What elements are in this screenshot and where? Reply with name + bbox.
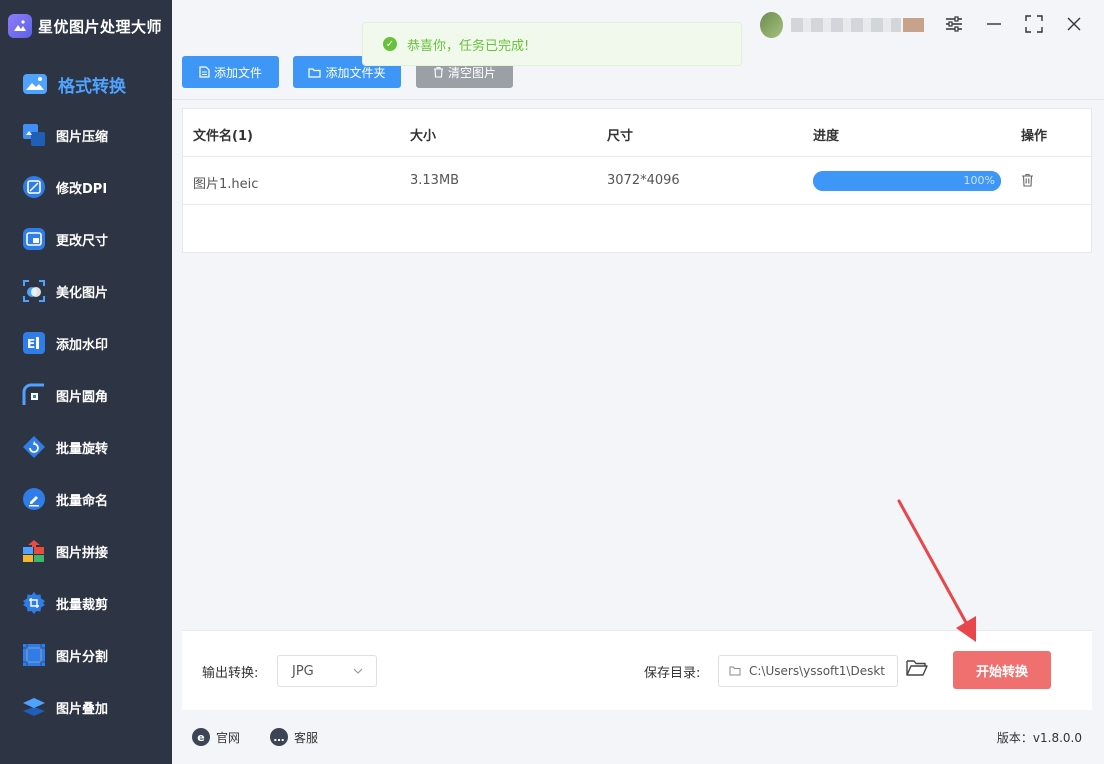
watermark-icon: E: [22, 331, 46, 355]
sidebar-item-dpi[interactable]: 修改DPI: [0, 165, 172, 209]
user-account[interactable]: [760, 12, 924, 38]
add-file-button[interactable]: 添加文件: [182, 56, 279, 88]
output-format-select[interactable]: JPG: [277, 655, 377, 687]
column-header-actions: 操作: [1021, 129, 1048, 144]
sidebar-item-crop[interactable]: 批量裁剪: [0, 581, 172, 625]
table-header: 文件名(1) 大小 尺寸 进度 操作: [183, 109, 1091, 157]
sidebar-item-label: 批量裁剪: [56, 597, 109, 613]
file-icon: [199, 66, 210, 78]
save-directory-input[interactable]: C:\Users\yssoft1\Deskt: [718, 655, 898, 687]
check-circle-icon: ✓: [383, 37, 397, 51]
output-format-value: JPG: [292, 663, 314, 679]
save-directory-label: 保存目录:: [644, 666, 701, 681]
customer-service-link[interactable]: … 客服: [270, 728, 318, 746]
chat-bubble-icon: …: [270, 728, 288, 746]
folder-outline-icon: [729, 666, 741, 676]
open-folder-icon[interactable]: [906, 659, 928, 681]
user-badge-blurred: [903, 18, 924, 32]
sidebar-item-beautify[interactable]: 美化图片: [0, 269, 172, 313]
folder-icon: [308, 67, 322, 78]
maximize-icon[interactable]: [1022, 12, 1046, 36]
chevron-down-icon: [352, 665, 364, 681]
file-dimensions: 3072*4096: [607, 173, 680, 188]
avatar: [760, 12, 783, 38]
table-row[interactable]: 图片1.heic 3.13MB 3072*4096 100%: [183, 157, 1091, 205]
sidebar-item-label: 图片拼接: [56, 545, 109, 561]
footer: e 官网 … 客服 版本：v1.8.0.0: [172, 712, 1104, 764]
puzzle-icon: [22, 539, 46, 563]
resize-icon: [22, 227, 46, 251]
sidebar-item-label: 批量旋转: [56, 441, 109, 457]
sidebar-item-label: 图片圆角: [56, 389, 109, 405]
sidebar-item-label: 添加水印: [56, 337, 109, 353]
file-name: 图片1.heic: [193, 177, 259, 192]
sidebar-item-label: 更改尺寸: [56, 233, 109, 249]
sidebar-item-label: 图片压缩: [56, 129, 109, 145]
image-convert-icon: [22, 71, 48, 97]
svg-text:E: E: [27, 337, 35, 351]
progress-text: 100%: [963, 174, 995, 187]
column-header-filename: 文件名(1): [193, 129, 253, 144]
trash-icon: [433, 66, 444, 78]
rename-icon: [22, 487, 46, 511]
sidebar-item-label: 格式转换: [58, 76, 126, 97]
compress-icon: [22, 123, 46, 147]
file-size: 3.13MB: [410, 173, 460, 188]
column-header-dimensions: 尺寸: [607, 129, 634, 144]
sidebar-item-layers[interactable]: 图片叠加: [0, 685, 172, 729]
save-directory-path: C:\Users\yssoft1\Deskt: [749, 664, 885, 678]
username-blurred: [790, 18, 901, 32]
sidebar-item-label: 修改DPI: [56, 181, 108, 197]
minimize-icon[interactable]: [982, 12, 1006, 36]
toast-message: 恭喜你，任务已完成!: [407, 38, 530, 54]
sidebar-item-label: 图片分割: [56, 649, 109, 665]
sidebar-item-rename[interactable]: 批量命名: [0, 477, 172, 521]
sidebar: 星优图片处理大师 格式转换 图片压缩 修改DPI 更改尺寸 美化图片 E 添加水…: [0, 0, 172, 764]
settings-sliders-icon[interactable]: [942, 12, 966, 36]
crop-icon: [22, 591, 46, 615]
annotation-arrow: [897, 499, 976, 642]
column-header-size: 大小: [410, 129, 437, 144]
sidebar-item-puzzle[interactable]: 图片拼接: [0, 529, 172, 573]
file-table: 文件名(1) 大小 尺寸 进度 操作 图片1.heic 3.13MB 3072*…: [182, 108, 1092, 253]
website-link[interactable]: e 官网: [192, 728, 240, 746]
split-icon: [22, 643, 46, 667]
sidebar-item-label: 批量命名: [56, 493, 109, 509]
layers-icon: [22, 695, 46, 719]
close-icon[interactable]: [1062, 12, 1086, 36]
rotate-icon: [22, 435, 46, 459]
progress-bar: 100%: [813, 171, 1001, 191]
dpi-icon: [22, 175, 46, 199]
sidebar-item-resize[interactable]: 更改尺寸: [0, 217, 172, 261]
sidebar-item-label: 美化图片: [56, 285, 109, 301]
sidebar-item-compress[interactable]: 图片压缩: [0, 113, 172, 157]
sidebar-item-label: 图片叠加: [56, 701, 109, 717]
success-toast: ✓ 恭喜你，任务已完成!: [362, 22, 742, 66]
output-format-label: 输出转换:: [202, 666, 259, 681]
column-header-progress: 进度: [813, 129, 840, 144]
app-brand: 星优图片处理大师: [8, 12, 162, 40]
sidebar-item-rounded-corner[interactable]: 图片圆角: [0, 373, 172, 417]
sidebar-item-format-convert[interactable]: 格式转换: [0, 62, 172, 106]
app-title: 星优图片处理大师: [38, 17, 163, 36]
rounded-corner-icon: [22, 383, 46, 407]
ie-browser-icon: e: [192, 728, 210, 746]
delete-trash-icon[interactable]: [1021, 173, 1034, 191]
sidebar-item-watermark[interactable]: E 添加水印: [0, 321, 172, 365]
app-logo-icon: [8, 14, 32, 38]
sidebar-item-rotate[interactable]: 批量旋转: [0, 425, 172, 469]
beautify-icon: [22, 279, 46, 303]
version-label: 版本：v1.8.0.0: [996, 731, 1082, 745]
sidebar-item-split[interactable]: 图片分割: [0, 633, 172, 677]
